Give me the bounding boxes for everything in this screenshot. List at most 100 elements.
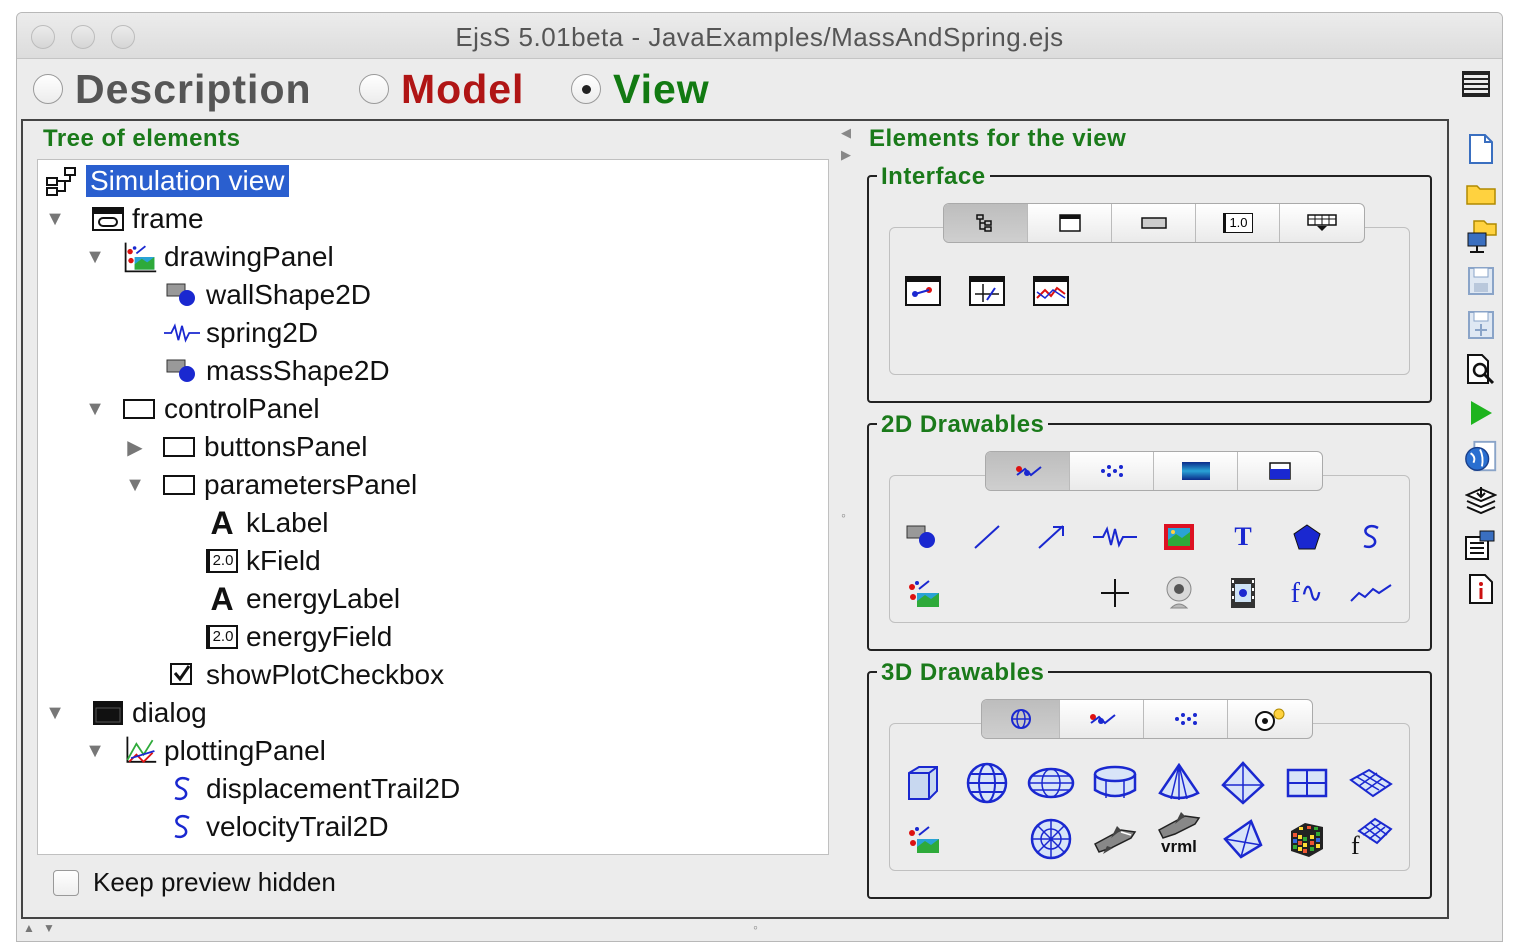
sphere-icon[interactable] bbox=[963, 761, 1011, 805]
tree-item-spring2d[interactable]: spring2D bbox=[164, 314, 318, 352]
text-icon[interactable]: T bbox=[1219, 515, 1267, 559]
collapsed-arrow-icon[interactable]: ▶ bbox=[124, 436, 146, 459]
split-handle-icon[interactable]: ◦ bbox=[841, 507, 846, 523]
expanded-arrow-icon[interactable]: ▼ bbox=[44, 702, 66, 724]
misc-tab-icon[interactable] bbox=[1238, 452, 1322, 490]
table-tab-icon[interactable] bbox=[1280, 204, 1364, 242]
keep-preview-hidden[interactable]: Keep preview hidden bbox=[53, 867, 336, 898]
search-icon[interactable] bbox=[1463, 347, 1499, 391]
spring-element-icon[interactable] bbox=[1091, 515, 1139, 559]
options-icon[interactable] bbox=[1463, 523, 1499, 567]
segment-icon[interactable] bbox=[963, 515, 1011, 559]
save-icon[interactable] bbox=[1463, 259, 1499, 303]
light-tab-icon[interactable] bbox=[1228, 700, 1312, 738]
view-radio[interactable] bbox=[571, 74, 601, 104]
shuttle-icon[interactable] bbox=[1091, 817, 1139, 861]
tree-item-displacementtrail2d[interactable]: displacementTrail2D bbox=[164, 770, 460, 808]
points-3d-tab-icon[interactable] bbox=[1144, 700, 1228, 738]
table-view-icon[interactable] bbox=[1462, 71, 1490, 97]
function-icon[interactable]: f∿ bbox=[1283, 571, 1331, 615]
tree-item-dialog[interactable]: ▼ dialog bbox=[44, 694, 207, 732]
window-tab-icon[interactable] bbox=[1028, 204, 1112, 242]
arrow-icon[interactable] bbox=[1027, 515, 1075, 559]
sets-tab-icon[interactable] bbox=[1070, 452, 1154, 490]
camera-icon[interactable] bbox=[1155, 571, 1203, 615]
basic-3d-tab-icon[interactable] bbox=[982, 700, 1060, 738]
tree-item-simulation-view[interactable]: Simulation view bbox=[44, 162, 289, 200]
tree-item-parameterspanel[interactable]: ▼ parametersPanel bbox=[124, 466, 417, 504]
info-icon[interactable] bbox=[1463, 567, 1499, 611]
drawables-2d-title: 2D Drawables bbox=[877, 411, 1049, 439]
tree-item-buttonspanel[interactable]: ▶ buttonsPanel bbox=[124, 428, 367, 466]
tree-item-kfield[interactable]: 2.0 kField bbox=[204, 542, 321, 580]
surface-icon[interactable] bbox=[1347, 761, 1395, 805]
cone-icon[interactable] bbox=[1155, 761, 1203, 805]
tree-item-massshape2d[interactable]: massShape2D bbox=[164, 352, 390, 390]
group-icon[interactable] bbox=[899, 571, 947, 615]
open-web-icon[interactable] bbox=[1463, 215, 1499, 259]
tree-item-energylabel[interactable]: A energyLabel bbox=[204, 580, 400, 618]
vrml-icon[interactable]: vrml bbox=[1155, 812, 1203, 857]
rubik-cube-icon[interactable] bbox=[1283, 817, 1331, 861]
model-radio[interactable] bbox=[359, 74, 389, 104]
tetrahedron-icon[interactable] bbox=[1219, 817, 1267, 861]
button-tab-icon[interactable] bbox=[1112, 204, 1196, 242]
expanded-arrow-icon[interactable]: ▼ bbox=[124, 474, 146, 496]
split-up-arrow-icon[interactable]: ▲ bbox=[23, 921, 35, 935]
tree-item-controlpanel[interactable]: ▼ controlPanel bbox=[84, 390, 320, 428]
basic-drawables-tab-icon[interactable] bbox=[986, 452, 1070, 490]
polygon-icon[interactable] bbox=[1283, 515, 1331, 559]
save-as-icon[interactable] bbox=[1463, 303, 1499, 347]
image-icon[interactable] bbox=[1155, 515, 1203, 559]
tree-item-wallshape2d[interactable]: wallShape2D bbox=[164, 276, 371, 314]
trail-element-icon[interactable] bbox=[1347, 515, 1395, 559]
split-down-arrow-icon[interactable]: ▼ bbox=[43, 921, 55, 935]
tree-item-frame[interactable]: ▼ frame bbox=[44, 200, 203, 238]
ellipsoid-icon[interactable] bbox=[1027, 761, 1075, 805]
tree-item-klabel[interactable]: A kLabel bbox=[204, 504, 328, 542]
function-surface-icon[interactable]: f bbox=[1347, 813, 1395, 860]
description-radio[interactable] bbox=[33, 74, 63, 104]
bottom-split-handle-icon[interactable]: ◦ bbox=[753, 919, 758, 935]
panel-icon bbox=[162, 431, 198, 463]
fields-tab-icon[interactable] bbox=[1154, 452, 1238, 490]
tree-item-drawingpanel[interactable]: ▼ drawingPanel bbox=[84, 238, 334, 276]
plotting-panel-element-icon[interactable] bbox=[963, 269, 1011, 313]
cylinder-icon[interactable] bbox=[1091, 761, 1139, 805]
trace-icon[interactable] bbox=[1347, 571, 1395, 615]
element-tree[interactable]: Simulation view ▼ frame ▼ drawingPanel w… bbox=[37, 159, 829, 855]
mode-model[interactable]: Model bbox=[359, 66, 524, 112]
web-browser-icon[interactable] bbox=[1463, 435, 1499, 479]
mode-description[interactable]: Description bbox=[33, 66, 312, 112]
disk-icon[interactable] bbox=[1027, 817, 1075, 861]
group-3d-icon[interactable] bbox=[899, 817, 947, 861]
tree-item-label: energyField bbox=[246, 621, 393, 652]
tree-item-plottingpanel[interactable]: ▼ plottingPanel bbox=[84, 732, 326, 770]
expanded-arrow-icon[interactable]: ▼ bbox=[84, 398, 106, 420]
expanded-arrow-icon[interactable]: ▼ bbox=[84, 246, 106, 268]
expanded-arrow-icon[interactable]: ▼ bbox=[84, 740, 106, 762]
expanded-arrow-icon[interactable]: ▼ bbox=[44, 208, 66, 230]
cube-icon[interactable] bbox=[899, 761, 947, 805]
drawing-panel-element-icon[interactable] bbox=[899, 269, 947, 313]
new-file-icon[interactable] bbox=[1463, 127, 1499, 171]
containers-tab-icon[interactable] bbox=[944, 204, 1028, 242]
plane-icon[interactable] bbox=[1283, 761, 1331, 805]
stack-icon[interactable] bbox=[1463, 479, 1499, 523]
cross-icon[interactable] bbox=[1091, 571, 1139, 615]
tree-item-showplotcheckbox[interactable]: showPlotCheckbox bbox=[164, 656, 444, 694]
tree-item-energyfield[interactable]: 2.0 energyField bbox=[204, 618, 392, 656]
tree-item-velocitytrail2d[interactable]: velocityTrail2D bbox=[164, 808, 389, 846]
shape-icon[interactable] bbox=[899, 515, 947, 559]
run-icon[interactable] bbox=[1463, 391, 1499, 435]
mode-view[interactable]: View bbox=[571, 66, 710, 112]
video-icon[interactable] bbox=[1219, 571, 1267, 615]
pyramid-icon[interactable] bbox=[1219, 761, 1267, 805]
split-right-arrow-icon[interactable]: ▶ bbox=[841, 147, 851, 163]
number-field-tab-icon[interactable]: 1.0 bbox=[1196, 204, 1280, 242]
sets-3d-tab-icon[interactable] bbox=[1060, 700, 1144, 738]
split-left-arrow-icon[interactable]: ◀ bbox=[841, 125, 851, 141]
open-folder-icon[interactable] bbox=[1463, 171, 1499, 215]
keep-preview-checkbox[interactable] bbox=[53, 869, 79, 896]
graph-panel-element-icon[interactable] bbox=[1027, 269, 1075, 313]
